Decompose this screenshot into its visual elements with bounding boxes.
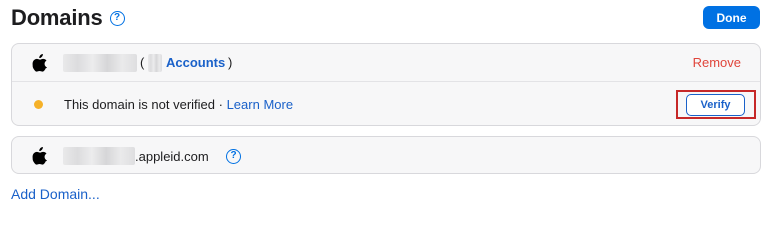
- paren-close: ): [228, 55, 233, 70]
- paren-open: (: [140, 55, 145, 70]
- domain-row: ( Accounts ) Remove: [12, 44, 760, 82]
- add-domain-link[interactable]: Add Domain...: [11, 186, 100, 202]
- accounts-link[interactable]: Accounts: [166, 55, 225, 70]
- domain-help-icon[interactable]: ?: [226, 148, 241, 164]
- verification-status: This domain is not verified · Learn More: [64, 97, 293, 112]
- domain-card: ( Accounts ) Remove This domain is not v…: [11, 43, 761, 126]
- learn-more-link[interactable]: Learn More: [227, 97, 293, 112]
- page-header: Domains ?: [11, 4, 125, 32]
- domain-suffix: .appleid.com: [135, 148, 209, 164]
- apple-logo-icon: [32, 147, 47, 165]
- apple-logo-icon: [32, 53, 47, 72]
- domain-card: .appleid.com ?: [11, 136, 761, 174]
- verify-button[interactable]: Verify: [686, 94, 745, 116]
- warning-status-dot: [34, 99, 43, 109]
- page-title: Domains: [11, 5, 103, 30]
- verification-status-text: This domain is not verified ·: [64, 96, 227, 112]
- blurred-domain-name: [63, 53, 137, 72]
- blurred-account-count: [148, 53, 162, 72]
- verification-row: This domain is not verified · Learn More…: [12, 82, 760, 126]
- done-button[interactable]: Done: [703, 6, 760, 29]
- remove-button[interactable]: Remove: [693, 55, 741, 70]
- blurred-domain-prefix: [63, 147, 135, 165]
- domain-row: .appleid.com ?: [12, 137, 760, 175]
- help-icon[interactable]: ?: [109, 10, 125, 26]
